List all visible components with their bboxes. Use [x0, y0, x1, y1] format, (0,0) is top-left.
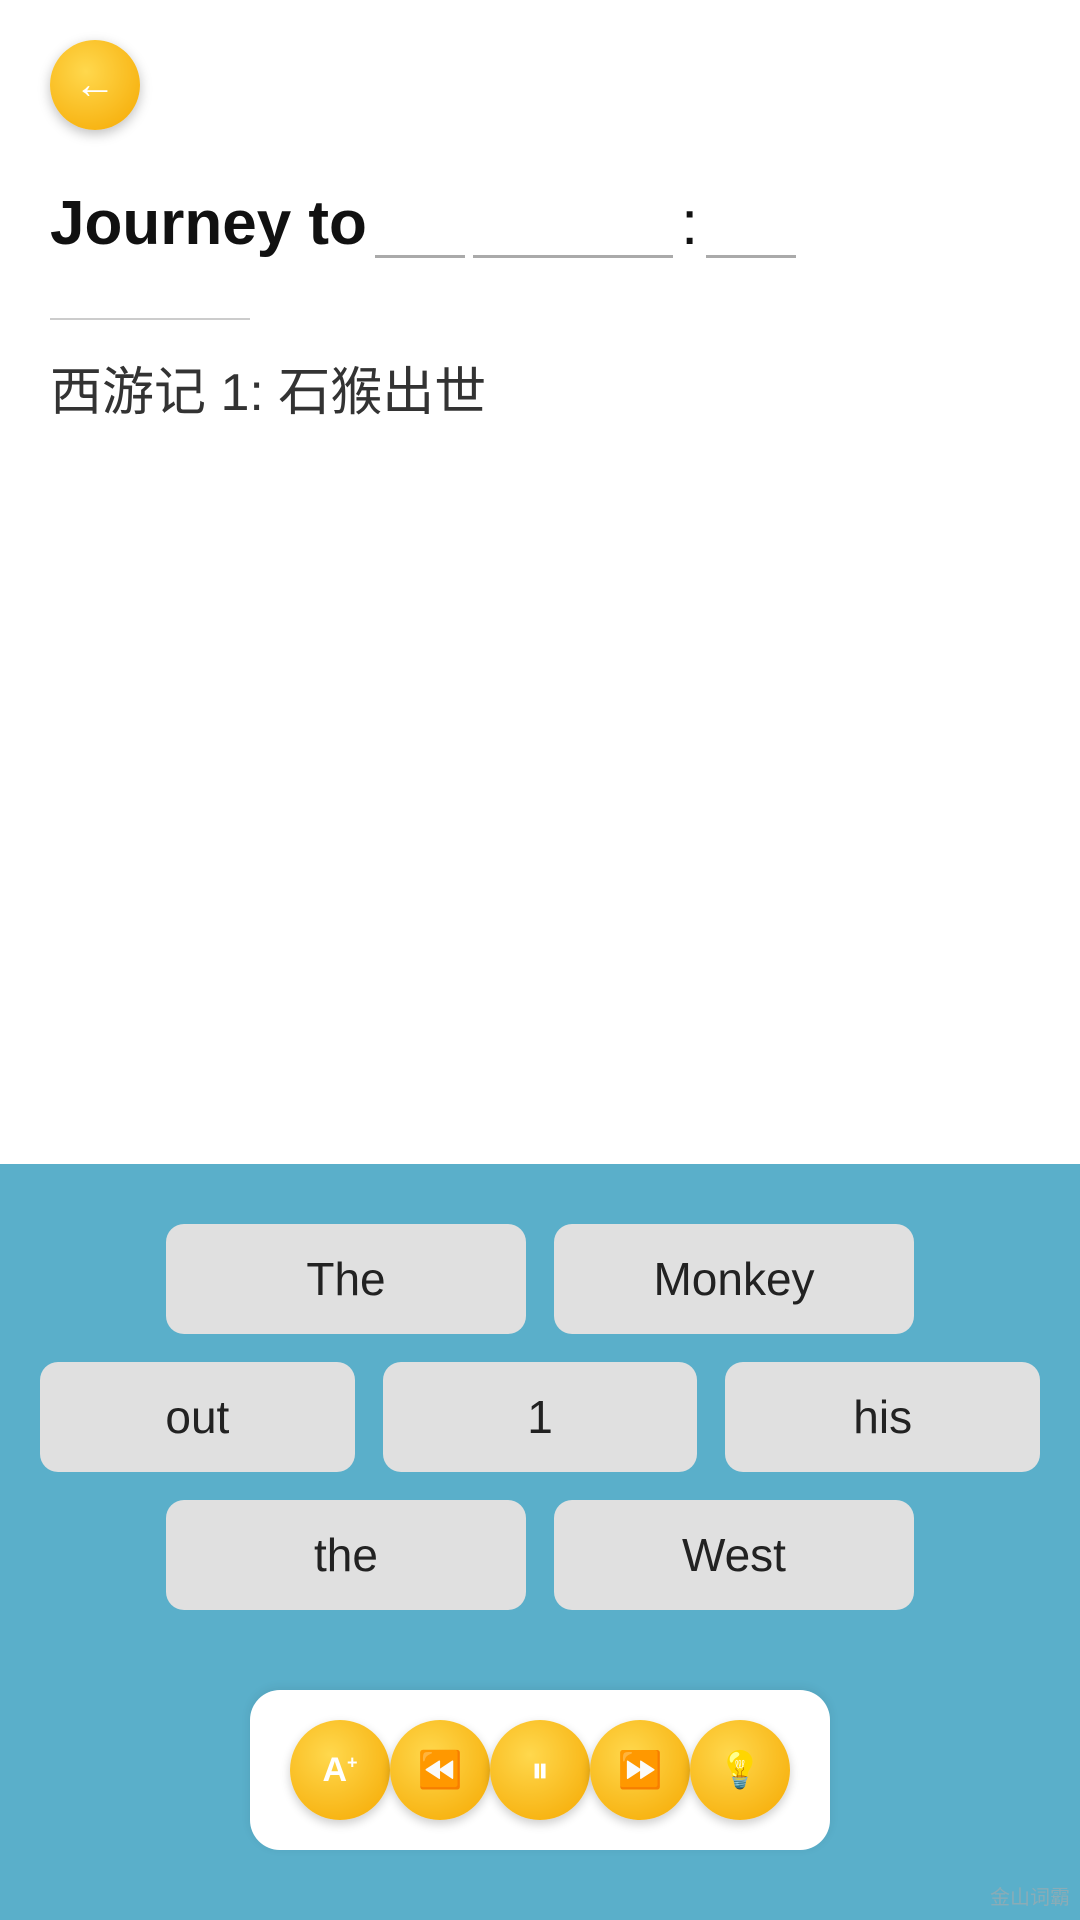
lightbulb-icon: 💡 — [718, 1749, 763, 1791]
word-selection-area: The Monkey out 1 his the West A+ ⏪ ⏸ ⏩ 💡 — [0, 1164, 1080, 1920]
title-prefix: Journey to — [50, 190, 367, 258]
title-colon: : — [681, 190, 698, 258]
watermark: 金山词霸 — [990, 1881, 1070, 1910]
pause-icon: ⏸ — [531, 1749, 549, 1792]
title-blank-1 — [375, 203, 465, 258]
word-tile-his[interactable]: his — [725, 1362, 1040, 1472]
back-arrow-icon: ← — [74, 63, 116, 105]
divider — [50, 318, 250, 320]
forward-button[interactable]: ⏩ — [590, 1720, 690, 1820]
title-line: Journey to : — [50, 190, 1030, 258]
flashcard-button[interactable]: A+ — [290, 1720, 390, 1820]
word-grid: The Monkey out 1 his the West — [40, 1224, 1040, 1610]
toolbar: A+ ⏪ ⏸ ⏩ 💡 — [250, 1690, 830, 1850]
word-tile-1[interactable]: 1 — [383, 1362, 698, 1472]
word-tile-west[interactable]: West — [554, 1500, 914, 1610]
title-blank-3 — [706, 203, 796, 258]
title-area: Journey to : — [50, 190, 1030, 258]
word-tile-the-cap[interactable]: The — [166, 1224, 526, 1334]
word-row-3: the West — [40, 1500, 1040, 1610]
word-row-2: out 1 his — [40, 1362, 1040, 1472]
subtitle-chinese: 西游记 1: 石猴出世 — [50, 350, 1030, 425]
word-tile-the-lower[interactable]: the — [166, 1500, 526, 1610]
word-row-1: The Monkey — [40, 1224, 1040, 1334]
rewind-icon: ⏪ — [418, 1749, 463, 1791]
word-tile-monkey[interactable]: Monkey — [554, 1224, 914, 1334]
forward-icon: ⏩ — [618, 1749, 663, 1791]
lightbulb-button[interactable]: 💡 — [690, 1720, 790, 1820]
title-blank-2 — [473, 203, 673, 258]
flashcard-icon: A+ — [322, 1751, 357, 1790]
back-button[interactable]: ← — [50, 40, 140, 130]
pause-button[interactable]: ⏸ — [490, 1720, 590, 1820]
word-tile-out[interactable]: out — [40, 1362, 355, 1472]
rewind-button[interactable]: ⏪ — [390, 1720, 490, 1820]
